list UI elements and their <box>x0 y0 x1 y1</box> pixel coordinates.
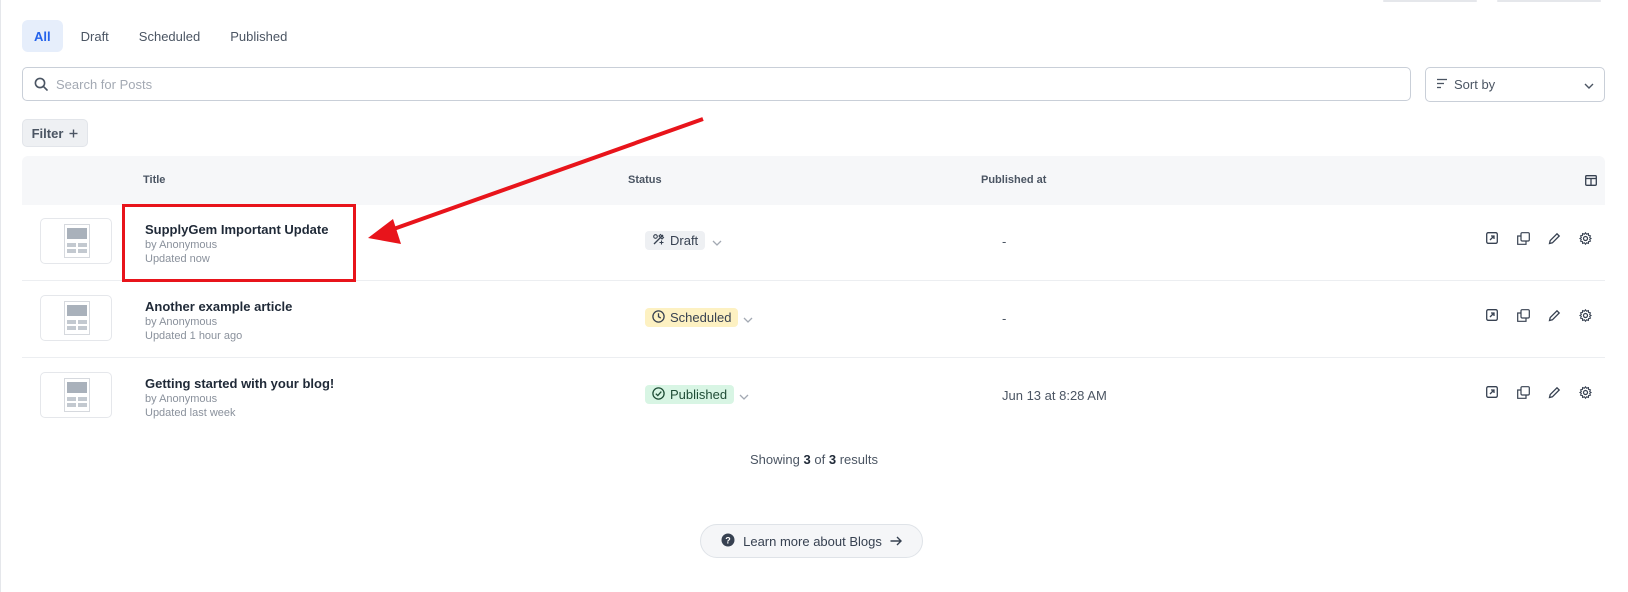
search-input[interactable] <box>56 69 1410 99</box>
table-row[interactable]: Getting started with your blog! by Anony… <box>22 358 1605 435</box>
settings-gear-icon[interactable] <box>1578 231 1592 245</box>
arrow-right-icon <box>890 534 902 549</box>
tab-draft[interactable]: Draft <box>69 20 121 52</box>
open-external-icon[interactable] <box>1485 231 1499 245</box>
placeholder-image-icon <box>64 224 90 258</box>
edit-icon[interactable] <box>1547 385 1561 399</box>
results-text: Showing <box>750 452 800 467</box>
status-badge[interactable]: Scheduled <box>645 308 739 327</box>
status-label: Draft <box>670 233 699 248</box>
row-actions <box>1485 308 1592 322</box>
status-label: Published <box>670 387 728 402</box>
post-updated: Updated 1 hour ago <box>145 330 243 342</box>
published-at: - <box>1002 234 1007 249</box>
post-title[interactable]: Another example article <box>145 299 292 314</box>
chevron-down-icon[interactable] <box>712 233 724 246</box>
row-actions <box>1485 385 1592 399</box>
table-row[interactable]: Another example article by Anonymous Upd… <box>22 281 1605 358</box>
status-tabs: All Draft Scheduled Published <box>22 20 299 52</box>
status-badge[interactable]: Published <box>645 385 735 404</box>
sort-icon <box>1436 77 1448 92</box>
table-header: Title Status Published at <box>22 156 1605 205</box>
duplicate-icon[interactable] <box>1516 385 1530 399</box>
settings-gear-icon[interactable] <box>1578 308 1592 322</box>
results-shown: 3 <box>803 452 811 467</box>
draft-icon <box>652 233 665 249</box>
plus-icon <box>69 126 78 141</box>
tab-published[interactable]: Published <box>218 20 299 52</box>
post-updated: Updated last week <box>145 407 236 419</box>
top-button-edge <box>1497 0 1601 2</box>
post-author: by Anonymous <box>145 393 218 405</box>
results-count: Showing 3 of 3 results <box>0 452 1628 467</box>
columns-icon[interactable] <box>1585 173 1599 186</box>
row-actions <box>1485 231 1592 245</box>
clock-icon <box>652 309 665 326</box>
post-thumbnail <box>40 218 112 264</box>
tab-all[interactable]: All <box>22 20 63 52</box>
edit-icon[interactable] <box>1547 308 1561 322</box>
chevron-down-icon[interactable] <box>743 310 755 323</box>
search-icon <box>33 76 49 92</box>
post-author: by Anonymous <box>145 316 218 328</box>
results-text: of <box>814 452 826 467</box>
chevron-down-icon <box>1584 77 1594 92</box>
filter-label: Filter <box>31 125 64 141</box>
duplicate-icon[interactable] <box>1516 308 1530 322</box>
column-header-published-at[interactable]: Published at <box>981 174 1046 186</box>
sort-dropdown[interactable]: Sort by <box>1425 67 1605 102</box>
chevron-down-icon[interactable] <box>739 387 751 400</box>
settings-gear-icon[interactable] <box>1578 385 1592 399</box>
svg-text:?: ? <box>725 535 731 545</box>
learn-more-label: Learn more about Blogs <box>743 533 882 549</box>
placeholder-image-icon <box>64 301 90 335</box>
status-badge[interactable]: Draft <box>645 231 706 250</box>
check-circle-icon <box>652 386 665 403</box>
annotation-highlight-box <box>122 204 356 282</box>
search-box <box>22 67 1411 101</box>
column-header-title[interactable]: Title <box>143 174 165 186</box>
placeholder-image-icon <box>64 378 90 412</box>
column-header-status[interactable]: Status <box>628 174 662 186</box>
post-thumbnail <box>40 372 112 418</box>
published-at: Jun 13 at 8:28 AM <box>1002 388 1107 403</box>
open-external-icon[interactable] <box>1485 308 1499 322</box>
learn-more-button[interactable]: ? Learn more about Blogs <box>700 524 923 558</box>
published-at: - <box>1002 311 1007 326</box>
filter-button[interactable]: Filter <box>22 119 88 147</box>
results-total: 3 <box>828 452 837 467</box>
help-circle-icon: ? <box>721 533 735 550</box>
page-left-border <box>0 0 1 592</box>
top-button-edge <box>1383 0 1477 2</box>
post-title[interactable]: Getting started with your blog! <box>145 376 334 391</box>
tab-scheduled[interactable]: Scheduled <box>127 20 212 52</box>
sort-label: Sort by <box>1454 77 1496 92</box>
duplicate-icon[interactable] <box>1516 231 1530 245</box>
results-text: results <box>839 452 878 467</box>
post-thumbnail <box>40 295 112 341</box>
edit-icon[interactable] <box>1547 231 1561 245</box>
status-label: Scheduled <box>670 310 732 325</box>
open-external-icon[interactable] <box>1485 385 1499 399</box>
